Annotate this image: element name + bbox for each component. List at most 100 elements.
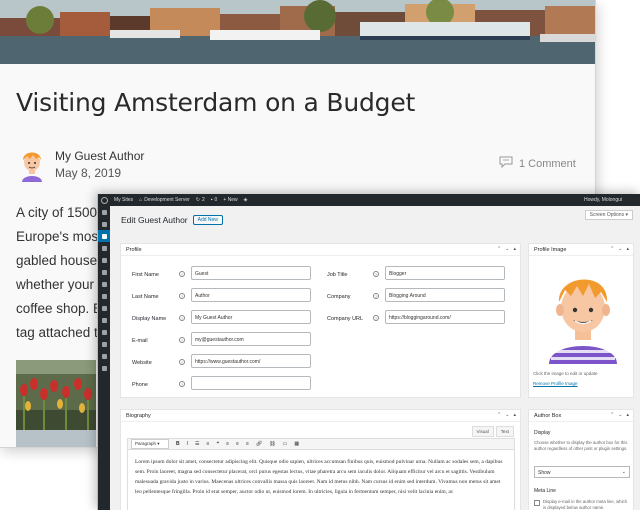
my-sites-label: My Sites xyxy=(114,197,134,203)
unlink-icon[interactable]: ⛓︎ xyxy=(269,441,275,447)
toolbar-toggle-icon[interactable]: ▦ xyxy=(294,441,299,447)
help-icon[interactable]: ? xyxy=(179,315,185,321)
move-up-icon[interactable]: ⌃ xyxy=(610,412,614,418)
add-new-button[interactable]: Add New xyxy=(192,215,223,225)
profile-box: Profile ⌃ ⌄ ▴ First Name ? Guest Last Name… xyxy=(120,243,521,398)
move-up-icon[interactable]: ⌃ xyxy=(497,246,501,252)
excerpt-line: gabled house xyxy=(16,253,98,268)
comments-count: 1 Comment xyxy=(519,157,576,170)
display-name-label: Display Name xyxy=(132,316,167,322)
help-icon[interactable]: ? xyxy=(373,293,379,299)
remove-profile-image-link[interactable]: Remove Profile Image xyxy=(533,381,578,386)
plugin-menu[interactable]: ◈ xyxy=(244,197,248,203)
help-icon[interactable]: ? xyxy=(179,381,185,387)
gear-icon xyxy=(101,365,107,371)
align-center-icon[interactable]: ≡ xyxy=(236,441,239,447)
company-input[interactable]: Blogging Around xyxy=(385,288,505,302)
biography-header: Biography ⌃ ⌄ ▴ xyxy=(121,410,520,422)
format-select[interactable]: Paragraph ▾ xyxy=(131,439,169,449)
excerpt-line: A city of 1500 xyxy=(16,205,98,220)
new-content-menu[interactable]: + New xyxy=(223,197,237,203)
meta-line-label: Meta Line xyxy=(534,488,556,494)
menu-posts[interactable] xyxy=(98,218,110,230)
site-name-menu[interactable]: ⌂ Development Server xyxy=(139,197,190,203)
updates-menu[interactable]: ↻ 2 xyxy=(196,197,205,203)
display-label: Display xyxy=(534,430,551,436)
profile-image-box: Profile Image ⌃ ⌄ ▴ Click the image to e… xyxy=(528,243,634,398)
website-input[interactable]: https://www.guestauthor.com/ xyxy=(191,354,311,368)
email-input[interactable]: my@guestauthor.com xyxy=(191,332,311,346)
more-tag-icon[interactable]: ▭ xyxy=(283,441,288,447)
menu-settings[interactable] xyxy=(98,338,110,350)
howdy-user-menu[interactable]: Howdy, Molongui xyxy=(584,197,622,203)
phone-input[interactable] xyxy=(191,376,311,390)
screen-options-button[interactable]: Screen Options ▾ xyxy=(584,210,633,220)
tab-visual[interactable]: Visual xyxy=(471,426,494,437)
help-icon[interactable]: ? xyxy=(373,271,379,277)
my-sites-menu[interactable]: My Sites xyxy=(114,197,133,203)
author-name[interactable]: My Guest Author xyxy=(55,149,144,163)
align-right-icon[interactable]: ≡ xyxy=(246,441,249,447)
phone-label: Phone xyxy=(132,382,148,388)
help-icon[interactable]: ? xyxy=(179,359,185,365)
help-icon[interactable]: ? xyxy=(179,271,185,277)
menu-guest-authors[interactable] xyxy=(98,230,110,242)
biography-editor[interactable]: Lorem ipsum dolor sit amet, consectetur … xyxy=(127,450,515,510)
toggle-icon[interactable]: ▴ xyxy=(626,246,629,252)
menu-tools[interactable] xyxy=(98,326,110,338)
comments-menu[interactable]: ▪ 0 xyxy=(211,197,218,203)
move-up-icon[interactable]: ⌃ xyxy=(497,412,501,418)
blockquote-icon[interactable]: ❝ xyxy=(216,441,219,447)
page-heading: Edit Guest Author Add New xyxy=(121,215,223,225)
move-down-icon[interactable]: ⌄ xyxy=(505,412,509,418)
help-icon[interactable]: ? xyxy=(179,337,185,343)
menu-pages[interactable] xyxy=(98,254,110,266)
toggle-icon[interactable]: ▴ xyxy=(513,246,516,252)
menu-plugins[interactable] xyxy=(98,302,110,314)
profile-box-title: Profile xyxy=(126,247,142,253)
move-down-icon[interactable]: ⌄ xyxy=(618,412,622,418)
help-icon[interactable]: ? xyxy=(179,293,185,299)
post-title: Visiting Amsterdam on a Budget xyxy=(16,88,416,117)
updates-count: 2 xyxy=(201,197,205,203)
menu-plugin-a[interactable] xyxy=(98,350,110,362)
page-icon xyxy=(101,257,107,263)
move-up-icon[interactable]: ⌃ xyxy=(610,246,614,252)
meta-line-checkbox[interactable] xyxy=(534,500,540,506)
tab-text[interactable]: Text xyxy=(495,426,514,437)
toggle-icon[interactable]: ▴ xyxy=(626,412,629,418)
help-icon[interactable]: ? xyxy=(373,315,379,321)
author-avatar[interactable] xyxy=(17,148,47,182)
numbered-list-icon[interactable]: ≡ xyxy=(207,441,210,447)
menu-comments[interactable] xyxy=(98,266,110,278)
hero-image xyxy=(0,0,595,64)
menu-plugin-b[interactable] xyxy=(98,362,110,374)
menu-woocommerce[interactable] xyxy=(98,278,110,290)
profile-image[interactable] xyxy=(537,264,629,364)
admin-content: Screen Options ▾ Edit Guest Author Add N… xyxy=(110,206,640,510)
comments-link[interactable]: 1 Comment xyxy=(499,156,576,171)
home-icon: ⌂ xyxy=(139,197,143,203)
company-url-label: Company URL xyxy=(327,316,364,322)
dashboard-icon xyxy=(101,209,107,215)
bullet-list-icon[interactable]: ☰ xyxy=(195,441,199,447)
menu-media[interactable] xyxy=(98,242,110,254)
job-title-input[interactable]: Blogger xyxy=(385,266,505,280)
move-down-icon[interactable]: ⌄ xyxy=(505,246,509,252)
link-icon[interactable]: 🔗︎ xyxy=(256,441,262,447)
move-down-icon[interactable]: ⌄ xyxy=(618,246,622,252)
display-name-input[interactable]: My Guest Author xyxy=(191,310,311,324)
wp-logo-menu[interactable] xyxy=(101,196,108,204)
users-icon xyxy=(101,233,107,239)
last-name-input[interactable]: Author xyxy=(191,288,311,302)
bold-icon[interactable]: B xyxy=(176,441,180,447)
menu-users[interactable] xyxy=(98,314,110,326)
italic-icon[interactable]: I xyxy=(187,441,188,447)
align-left-icon[interactable]: ≡ xyxy=(226,441,229,447)
first-name-input[interactable]: Guest xyxy=(191,266,311,280)
toggle-icon[interactable]: ▴ xyxy=(513,412,516,418)
display-select[interactable]: Show ⌄ xyxy=(534,466,630,478)
menu-dashboard[interactable] xyxy=(98,206,110,218)
company-url-input[interactable]: https://bloggingaround.com/ xyxy=(385,310,505,324)
menu-appearance[interactable] xyxy=(98,290,110,302)
